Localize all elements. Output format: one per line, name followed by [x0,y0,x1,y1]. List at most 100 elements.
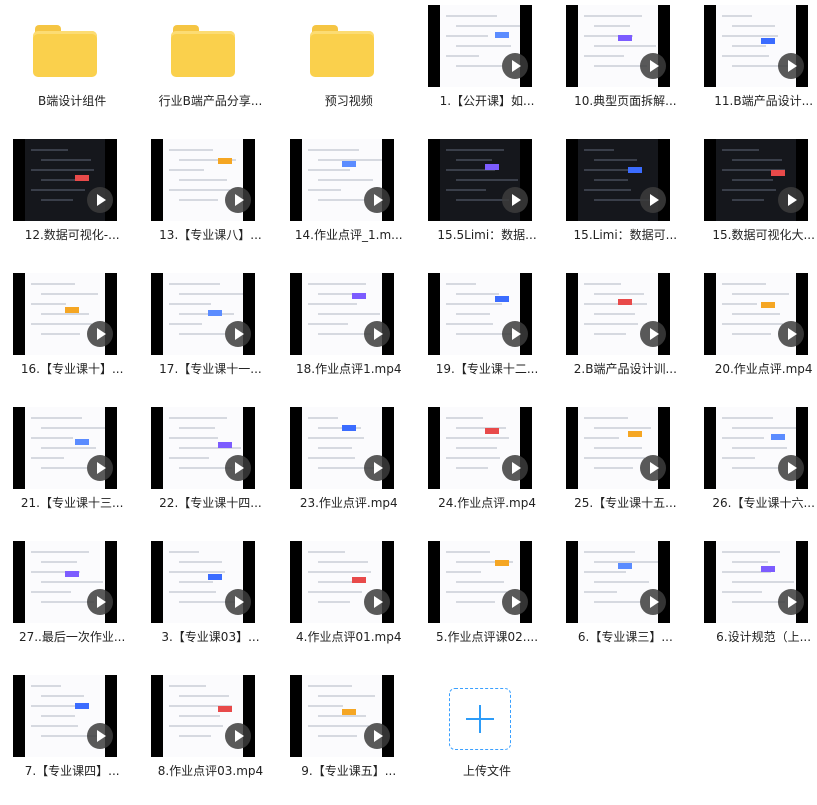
play-icon[interactable] [363,589,390,615]
video-thumbnail [566,541,671,623]
file-name-label: 3.【专业课03】... [161,630,260,644]
video-file-item[interactable]: 19.【专业课十二... [418,269,556,403]
video-file-item[interactable]: 13.【专业课八】... [141,135,279,269]
folder-item[interactable]: B端设计组件 [3,1,141,135]
file-name-label: 23.作业点评.mp4 [299,496,398,510]
video-file-item[interactable]: 23.作业点评.mp4 [280,403,418,537]
file-name-label: 24.作业点评.mp4 [438,496,536,510]
video-file-item[interactable]: 16.【专业课十】... [3,269,141,403]
play-icon[interactable] [87,589,113,615]
video-file-item[interactable]: 12.数据可视化-... [3,135,141,269]
video-file-item[interactable]: 15.Limi：数据可... [556,135,694,269]
play-icon[interactable] [778,53,805,79]
play-icon[interactable] [363,455,390,481]
play-icon[interactable] [501,53,528,79]
play-icon[interactable] [640,53,667,79]
video-thumbnail [566,139,671,221]
file-name-label: 15.Limi：数据可... [573,228,678,242]
video-thumbnail [289,407,394,489]
play-icon[interactable] [87,455,113,481]
file-name-label: 6.【专业课三】... [577,630,673,644]
video-file-item[interactable]: 27..最后一次作业... [3,537,141,671]
video-file-item[interactable]: 6.【专业课三】... [556,537,694,671]
video-thumbnail [289,273,394,355]
file-name-label: 2.B端产品设计训... [573,362,677,376]
file-name-label: 13.【专业课八】... [159,228,262,242]
video-file-item[interactable]: 24.作业点评.mp4 [418,403,556,537]
file-name-label: 行业B端产品分享... [158,94,263,108]
video-thumbnail [289,139,394,221]
video-file-item[interactable]: 25.【专业课十五... [556,403,694,537]
file-name-label: 5.作业点评课02.... [436,630,539,644]
file-name-label: 预习视频 [324,94,373,108]
file-name-label: 21.【专业课十三... [20,496,124,510]
video-thumbnail [427,541,532,623]
video-file-item[interactable]: 18.作业点评1.mp4 [280,269,418,403]
file-name-label: 7.【专业课四】... [24,764,120,778]
play-icon[interactable] [640,589,667,615]
video-file-item[interactable]: 15.5Limi：数据... [418,135,556,269]
video-file-item[interactable]: 10.典型页面拆解... [556,1,694,135]
play-icon[interactable] [501,321,528,347]
video-file-item[interactable]: 6.设计规范（上... [694,537,817,671]
play-icon[interactable] [501,589,528,615]
file-name-label: 14.作业点评_1.m... [294,228,403,242]
video-file-item[interactable]: 5.作业点评课02.... [418,537,556,671]
video-file-item[interactable]: 4.作业点评01.mp4 [280,537,418,671]
play-icon[interactable] [640,455,667,481]
video-file-item[interactable]: 9.【专业课五】... [280,671,418,805]
video-file-item[interactable]: 11.B端产品设计... [694,1,817,135]
play-icon[interactable] [225,455,252,481]
play-icon[interactable] [225,723,252,749]
play-icon[interactable] [87,187,113,213]
video-file-item[interactable]: 15.数据可视化大... [694,135,817,269]
file-name-label: 22.【专业课十四... [159,496,262,510]
video-thumbnail [151,675,256,757]
file-name-label: 6.设计规范（上... [716,630,812,644]
video-file-item[interactable]: 3.【专业课03】... [141,537,279,671]
play-icon[interactable] [640,321,667,347]
video-thumbnail [566,407,671,489]
play-icon[interactable] [778,455,805,481]
play-icon[interactable] [363,321,390,347]
play-icon[interactable] [501,187,528,213]
video-file-item[interactable]: 8.作业点评03.mp4 [141,671,279,805]
play-icon[interactable] [778,321,805,347]
file-name-label: 17.【专业课十一... [159,362,262,376]
file-name-label: 11.B端产品设计... [714,94,814,108]
play-icon[interactable] [363,187,390,213]
file-name-label: B端设计组件 [38,94,107,108]
video-file-item[interactable]: 20.作业点评.mp4 [694,269,817,403]
play-icon[interactable] [363,723,390,749]
video-thumbnail [427,139,532,221]
file-name-label: 8.作业点评03.mp4 [157,764,264,778]
folder-item[interactable]: 预习视频 [280,1,418,135]
video-file-item[interactable]: 22.【专业课十四... [141,403,279,537]
play-icon[interactable] [225,187,252,213]
video-file-item[interactable]: 14.作业点评_1.m... [280,135,418,269]
video-thumbnail [566,273,671,355]
video-thumbnail [13,139,117,221]
folder-item[interactable]: 行业B端产品分享... [141,1,279,135]
upload-file-button[interactable]: 上传文件 [418,671,556,805]
video-thumbnail [704,139,809,221]
video-file-item[interactable]: 7.【专业课四】... [3,671,141,805]
play-icon[interactable] [778,589,805,615]
video-thumbnail [151,273,256,355]
video-thumbnail [151,541,256,623]
video-file-item[interactable]: 1.【公开课】如... [418,1,556,135]
play-icon[interactable] [225,589,252,615]
video-file-item[interactable]: 17.【专业课十一... [141,269,279,403]
video-thumbnail [151,139,256,221]
play-icon[interactable] [640,187,667,213]
play-icon[interactable] [778,187,805,213]
play-icon[interactable] [87,723,113,749]
play-icon[interactable] [87,321,113,347]
video-file-item[interactable]: 21.【专业课十三... [3,403,141,537]
video-file-item[interactable]: 2.B端产品设计训... [556,269,694,403]
video-thumbnail [427,5,532,87]
play-icon[interactable] [501,455,528,481]
video-file-item[interactable]: 26.【专业课十六... [694,403,817,537]
play-icon[interactable] [225,321,252,347]
file-name-label: 26.【专业课十六... [712,496,815,510]
